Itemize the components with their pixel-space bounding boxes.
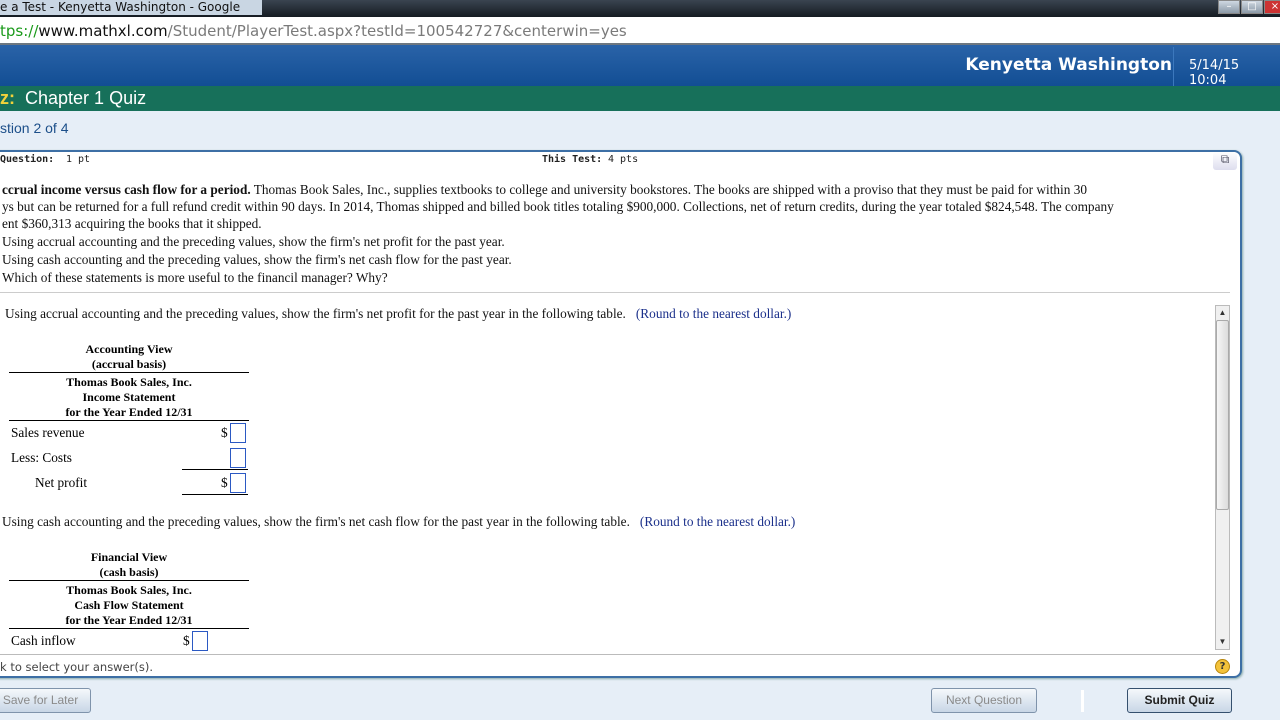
prompt-text: Using accrual accounting and the precedi… bbox=[5, 306, 626, 321]
next-question-button[interactable]: Next Question bbox=[931, 688, 1037, 713]
currency: $ bbox=[183, 633, 190, 648]
company: Thomas Book Sales, Inc. bbox=[66, 375, 192, 389]
period: for the Year Ended 12/31 bbox=[65, 613, 193, 627]
answer-area: Using accrual accounting and the precedi… bbox=[0, 303, 1230, 653]
url-domain: www.mathxl.com bbox=[38, 22, 168, 40]
close-icon[interactable]: × bbox=[1264, 0, 1280, 14]
save-for-later-button[interactable]: Save for Later bbox=[0, 688, 91, 713]
datetime: 5/14/15 10:04 bbox=[1189, 58, 1240, 88]
divider bbox=[0, 654, 1230, 655]
question-line: ys but can be returned for a full refund… bbox=[2, 199, 1114, 214]
question-label: Question: bbox=[0, 154, 55, 165]
period: for the Year Ended 12/31 bbox=[65, 405, 193, 419]
expand-icon[interactable]: ⧉ bbox=[1213, 152, 1237, 170]
rule bbox=[9, 628, 249, 629]
header-divider bbox=[1173, 47, 1174, 86]
row-label: Net profit bbox=[35, 475, 88, 490]
part-b-prompt: Using cash accounting and the preceding … bbox=[2, 514, 795, 530]
currency: $ bbox=[221, 425, 228, 440]
rule bbox=[9, 580, 249, 581]
quiz-prefix: z: bbox=[0, 88, 15, 108]
table-a-subheader: Thomas Book Sales, Inc. Income Statement f… bbox=[9, 375, 249, 420]
basis: (cash basis) bbox=[99, 565, 159, 579]
scroll-down-icon[interactable]: ▼ bbox=[1216, 635, 1229, 648]
row-label: Sales revenue bbox=[11, 425, 85, 440]
browser-titlebar: e a Test - Kenyetta Washington - Google … bbox=[0, 0, 1280, 29]
table-b-header: Financial View (cash basis) bbox=[9, 550, 249, 580]
maximize-icon[interactable]: □ bbox=[1241, 0, 1263, 14]
rule bbox=[182, 469, 248, 470]
question-counter: stion 2 of 4 bbox=[0, 120, 69, 136]
user-name: Kenyetta Washington bbox=[965, 55, 1172, 75]
question-line: ent $360,313 acquiring the books that it… bbox=[2, 216, 262, 231]
table-a-header: Accounting View (accrual basis) bbox=[9, 342, 249, 372]
question-line: Which of these statements is more useful… bbox=[2, 270, 388, 285]
rule bbox=[9, 372, 249, 373]
statement: Cash Flow Statement bbox=[74, 598, 184, 612]
question-title: ccrual income versus cash flow for a per… bbox=[2, 182, 251, 197]
rule bbox=[182, 494, 248, 495]
costs-input[interactable] bbox=[230, 448, 246, 468]
view-title: Financial View bbox=[90, 550, 168, 564]
test-label: This Test: bbox=[542, 154, 603, 165]
currency: $ bbox=[221, 475, 228, 490]
row-label: Less: Costs bbox=[11, 450, 72, 465]
quiz-title-bar: z: Chapter 1 Quiz bbox=[0, 86, 1280, 111]
question-line: Using cash accounting and the preceding … bbox=[2, 252, 512, 267]
round-hint: (Round to the nearest dollar.) bbox=[635, 306, 792, 321]
part-a-prompt: Using accrual accounting and the precedi… bbox=[5, 306, 791, 322]
scroll-up-icon[interactable]: ▲ bbox=[1216, 306, 1229, 319]
net-profit-input[interactable] bbox=[230, 473, 246, 493]
statement: Income Statement bbox=[82, 390, 176, 404]
window-title: e a Test - Kenyetta Washington - Google … bbox=[0, 0, 262, 29]
company: Thomas Book Sales, Inc. bbox=[66, 583, 192, 597]
question-line: Using accrual accounting and the precedi… bbox=[2, 234, 505, 249]
table-b-subheader: Thomas Book Sales, Inc. Cash Flow Stateme… bbox=[9, 583, 249, 628]
panel-header: Question: 1 pt This Test: 4 pts bbox=[0, 150, 1240, 170]
instruction-text: k to select your answer(s). bbox=[0, 660, 154, 674]
cash-inflow-input[interactable] bbox=[192, 631, 208, 651]
quiz-title: Chapter 1 Quiz bbox=[25, 88, 147, 108]
test-points: 4 pts bbox=[608, 154, 639, 165]
url-scheme: tps:// bbox=[0, 22, 39, 40]
help-icon[interactable]: ? bbox=[1215, 659, 1230, 674]
rule bbox=[9, 420, 249, 421]
minimize-icon[interactable]: – bbox=[1218, 0, 1240, 14]
divider bbox=[0, 292, 1230, 293]
sales-revenue-input[interactable] bbox=[230, 423, 246, 443]
row-label: Cash inflow bbox=[11, 633, 76, 648]
prompt-text: Using cash accounting and the preceding … bbox=[2, 514, 630, 529]
submit-quiz-button[interactable]: Submit Quiz bbox=[1127, 688, 1232, 713]
address-bar[interactable]: tps://www.mathxl.com/Student/PlayerTest.… bbox=[0, 17, 1280, 45]
question-text: Thomas Book Sales, Inc., supplies textbo… bbox=[250, 182, 1088, 197]
question-points: 1 pt bbox=[66, 154, 91, 165]
button-divider bbox=[1081, 690, 1084, 712]
view-title: Accounting View bbox=[85, 342, 173, 356]
round-hint: (Round to the nearest dollar.) bbox=[639, 514, 796, 529]
basis: (accrual basis) bbox=[91, 357, 167, 371]
question-line: ccrual income versus cash flow for a per… bbox=[2, 182, 1087, 198]
url-path: /Student/PlayerTest.aspx?testId=10054272… bbox=[167, 22, 627, 40]
scrollbar-thumb[interactable] bbox=[1216, 320, 1229, 510]
